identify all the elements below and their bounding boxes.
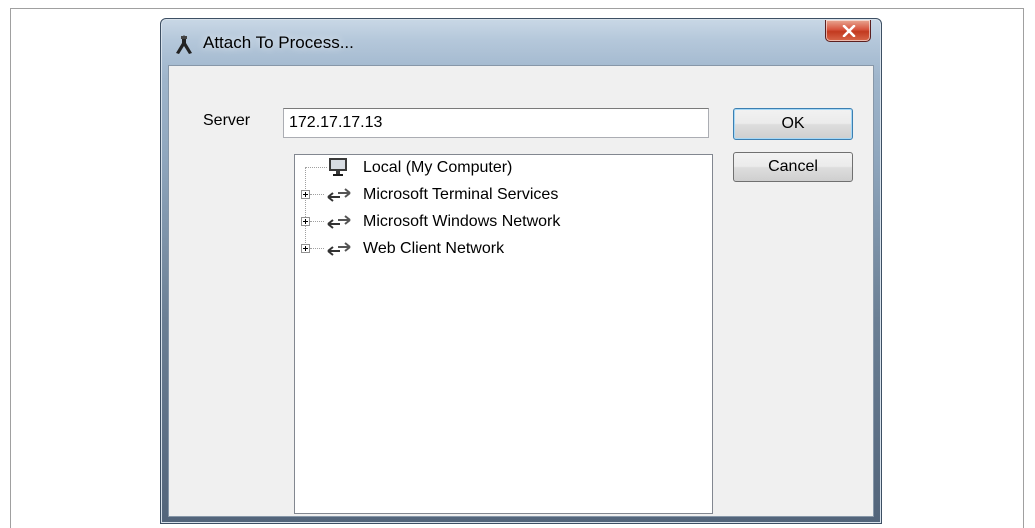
tree-item-label: Web Client Network xyxy=(363,240,505,257)
computer-icon xyxy=(327,157,349,182)
process-tree[interactable]: Local (My Computer) Microsoft Terminal S… xyxy=(294,154,713,514)
tree-item-terminal-services[interactable]: Microsoft Terminal Services xyxy=(295,184,595,206)
expand-icon[interactable] xyxy=(301,217,310,226)
tree-item-local[interactable]: Local (My Computer) xyxy=(295,157,555,179)
cancel-button[interactable]: Cancel xyxy=(733,152,853,182)
expand-icon[interactable] xyxy=(301,190,310,199)
tree-item-web-client-network[interactable]: Web Client Network xyxy=(295,238,555,260)
network-arrows-icon xyxy=(326,242,354,261)
tree-item-label: Microsoft Windows Network xyxy=(363,213,561,230)
server-input[interactable] xyxy=(283,108,709,138)
tree-item-label: Microsoft Terminal Services xyxy=(363,186,559,203)
close-icon xyxy=(842,25,856,37)
tree-item-windows-network[interactable]: Microsoft Windows Network xyxy=(295,211,595,233)
ok-button[interactable]: OK xyxy=(733,108,853,140)
expand-icon[interactable] xyxy=(301,244,310,253)
close-button[interactable] xyxy=(825,20,871,42)
network-arrows-icon xyxy=(326,215,354,234)
tree-item-label: Local (My Computer) xyxy=(363,159,513,176)
window-title: Attach To Process... xyxy=(203,33,354,52)
attach-dialog: Attach To Process... Server OK Cancel xyxy=(160,18,882,524)
title-bar[interactable]: Attach To Process... xyxy=(161,19,881,65)
server-label: Server xyxy=(203,112,251,129)
attach-process-icon xyxy=(174,34,194,56)
tree-vertical-line xyxy=(305,167,306,249)
network-arrows-icon xyxy=(326,188,354,207)
dialog-body: Server OK Cancel Local xyxy=(168,65,874,517)
